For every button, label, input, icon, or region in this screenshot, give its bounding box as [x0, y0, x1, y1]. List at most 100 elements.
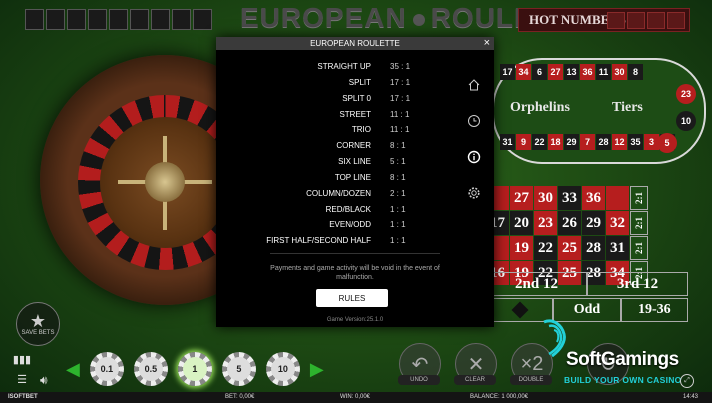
dozen-bet[interactable]: 2nd 12 — [486, 272, 587, 296]
malfunction-note: Payments and game activity will be void … — [270, 265, 440, 281]
racetrack-number[interactable]: 22 — [532, 134, 547, 150]
number-cell[interactable]: 29 — [582, 211, 605, 235]
bet-amount: BET: 0,00€ — [225, 394, 255, 400]
sound-icon[interactable]: 🔊︎ — [40, 373, 48, 388]
payout-value: 17 : 1 — [390, 93, 411, 103]
bet-type: SIX LINE — [338, 157, 371, 167]
number-cell[interactable]: 26 — [558, 211, 581, 235]
racetrack-number[interactable]: 8 — [628, 64, 643, 80]
number-cell[interactable]: 32 — [606, 211, 629, 235]
column-bet[interactable]: 2:1 — [630, 236, 648, 260]
racetrack-number[interactable]: 31 — [500, 134, 515, 150]
racetrack-number[interactable]: 34 — [516, 64, 531, 80]
number-cell[interactable]: 22 — [534, 236, 557, 260]
column-bet[interactable]: 2:1 — [630, 211, 648, 235]
bet-type: TOP LINE — [334, 172, 371, 182]
bet-type: STREET — [339, 109, 371, 119]
chip-0-1[interactable]: 0.1 — [89, 352, 124, 386]
outside-bets-row[interactable]: Odd 19-36 — [486, 298, 688, 322]
chip-0-5[interactable]: 0.5 — [133, 352, 168, 386]
home-icon[interactable] — [466, 77, 482, 93]
betting-grid[interactable]: 27 30 33 36 2:1 17 20 23 26 29 32 2:1 19 22 25 28 31 2:1 1… — [486, 186, 648, 285]
racetrack-top-row[interactable]: 17 34 6 27 13 36 11 30 8 — [500, 64, 643, 80]
racetrack-number[interactable]: 27 — [548, 64, 563, 80]
number-cell[interactable]: 19 — [510, 236, 533, 260]
racetrack-number[interactable]: 11 — [596, 64, 611, 80]
payout-row: FIRST HALF/SECOND HALF 1 : 1 — [216, 236, 466, 252]
racetrack-number[interactable]: 17 — [500, 64, 515, 80]
number-cell[interactable]: 23 — [534, 211, 557, 235]
orphelins-label[interactable]: Orphelins — [510, 100, 570, 116]
number-cell[interactable]: 20 — [510, 211, 533, 235]
number-cell[interactable]: 36 — [582, 186, 605, 210]
high-bet[interactable]: 19-36 — [620, 298, 688, 322]
payout-row: TOP LINE 8 : 1 — [216, 173, 466, 189]
info-icon[interactable] — [466, 149, 482, 165]
settings-icon[interactable] — [466, 185, 482, 201]
close-icon[interactable]: × — [484, 37, 490, 50]
fullscreen-icon[interactable]: ⤢ — [680, 374, 694, 388]
chip-1[interactable]: 1 — [177, 352, 212, 386]
racetrack-number[interactable]: 35 — [628, 134, 643, 150]
racetrack-number[interactable]: 12 — [612, 134, 627, 150]
undo-label: UNDO — [398, 375, 440, 385]
chip-10[interactable]: 10 — [265, 352, 300, 386]
number-cell[interactable]: 33 — [558, 186, 581, 210]
payout-row: COLUMN/DOZEN 2 : 1 — [216, 189, 466, 205]
racetrack-number[interactable]: 13 — [564, 64, 579, 80]
payout-value: 8 : 1 — [390, 172, 406, 182]
chip-5[interactable]: 5 — [221, 352, 256, 386]
racetrack-number[interactable]: 30 — [612, 64, 627, 80]
racetrack-number[interactable]: 29 — [564, 134, 579, 150]
column-bet[interactable]: 2:1 — [630, 186, 648, 210]
wheel-turret — [145, 162, 185, 202]
payout-row: SPLIT 17 : 1 — [216, 78, 466, 94]
racetrack-number[interactable]: 6 — [532, 64, 547, 80]
payout-row: SIX LINE 5 : 1 — [216, 157, 466, 173]
number-cell[interactable]: 31 — [606, 236, 629, 260]
hot-numbers-panel: HOT NUMBERS — [518, 8, 690, 32]
tiers-label[interactable]: Tiers — [612, 100, 643, 116]
bet-type: SPLIT — [348, 77, 371, 87]
payout-value: 2 : 1 — [390, 188, 406, 198]
modal-side-nav — [466, 77, 482, 201]
star-icon: ★ — [29, 311, 47, 331]
number-cell[interactable]: 25 — [558, 236, 581, 260]
rules-button[interactable]: RULES — [316, 289, 388, 307]
number-cell[interactable] — [606, 186, 629, 210]
racetrack-number[interactable]: 9 — [516, 134, 531, 150]
menu-list-icon[interactable]: ☰ — [13, 372, 31, 386]
softgamings-tagline: BUILD YOUR OWN CASINO — [564, 375, 682, 385]
racetrack-number[interactable]: 36 — [580, 64, 595, 80]
bet-type: CORNER — [336, 141, 371, 151]
racetrack-number[interactable]: 28 — [596, 134, 611, 150]
chip-prev-arrow-icon[interactable]: ◀ — [66, 359, 80, 380]
bet-type: EVEN/ODD — [329, 220, 371, 230]
dozen-bet[interactable]: 3rd 12 — [587, 272, 688, 296]
undo-icon: ↶ — [411, 353, 429, 376]
dozens-row[interactable]: 2nd 12 3rd 12 — [486, 272, 688, 296]
number-cell[interactable]: 30 — [534, 186, 557, 210]
payout-value: 11 : 1 — [390, 125, 410, 135]
number-cell[interactable]: 28 — [582, 236, 605, 260]
racetrack-number[interactable]: 23 — [676, 84, 696, 104]
status-bar: ISOFTBET BET: 0,00€ WIN: 0,00€ BALANCE: … — [0, 392, 712, 403]
payout-table: STRAIGHT UP 35 : 1 SPLIT 17 : 1 SPLIT 0 17 : … — [216, 62, 466, 252]
racetrack-number[interactable]: 5 — [657, 133, 677, 153]
number-cell[interactable]: 27 — [510, 186, 533, 210]
chip-next-arrow-icon[interactable]: ▶ — [310, 359, 324, 380]
racetrack-number[interactable]: 7 — [580, 134, 595, 150]
payout-row: CORNER 8 : 1 — [216, 141, 466, 157]
payout-row: STRAIGHT UP 35 : 1 — [216, 62, 466, 78]
chip-tray: ◀ 0.1 0.5 1 5 10 ▶ — [66, 352, 324, 386]
history-icon[interactable] — [466, 113, 482, 129]
save-bets-button[interactable]: ★ SAVE BETS — [16, 302, 60, 346]
racetrack-number[interactable]: 10 — [676, 111, 696, 131]
win-amount: WIN: 0,00€ — [340, 394, 371, 400]
payout-row: STREET 11 : 1 — [216, 110, 466, 126]
stats-icon[interactable]: ▮▮▮ — [13, 352, 31, 366]
double-label: DOUBLE — [510, 375, 552, 385]
racetrack-bottom-row[interactable]: 3192218297281235326 — [500, 134, 675, 150]
clear-icon: ✕ — [467, 353, 485, 376]
racetrack-number[interactable]: 18 — [548, 134, 563, 150]
